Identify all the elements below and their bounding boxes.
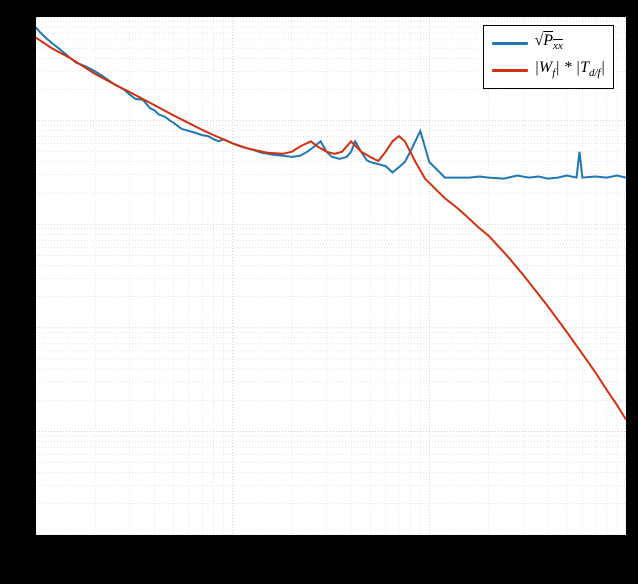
legend-item-model: |Wf| * |Td/f| (492, 57, 605, 84)
legend-item-pxx: √Pxx (492, 30, 605, 57)
legend-swatch-model (492, 69, 528, 72)
legend-label-pxx: √Pxx (534, 30, 562, 57)
legend-label-model: |Wf| * |Td/f| (534, 57, 605, 84)
legend: √Pxx |Wf| * |Td/f| (483, 25, 614, 89)
grid (36, 17, 626, 535)
series-model (36, 38, 626, 420)
plot-area: √Pxx |Wf| * |Td/f| (34, 15, 628, 537)
chart-container: √Pxx |Wf| * |Td/f| (0, 0, 638, 584)
plot-svg (36, 17, 626, 535)
legend-swatch-pxx (492, 42, 528, 45)
